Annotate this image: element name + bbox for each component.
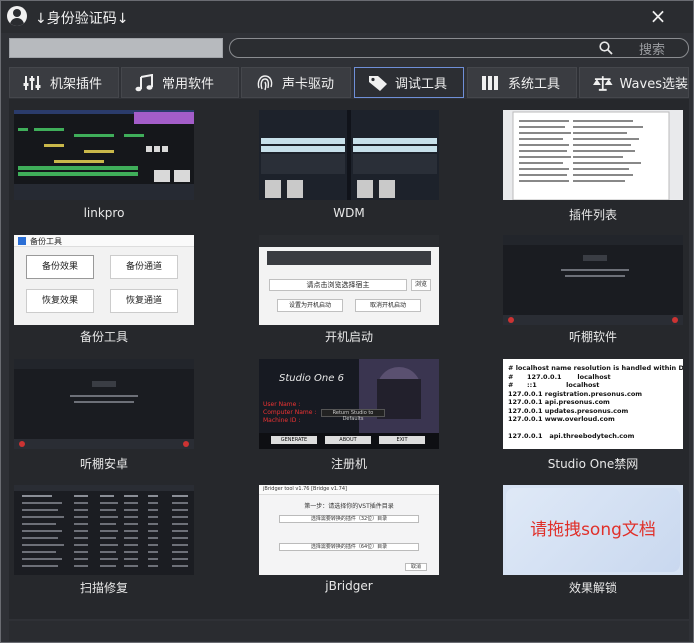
verification-code-field[interactable] — [9, 38, 223, 58]
hosts-file-thumbnail: # localhost name resolution is handled w… — [503, 359, 683, 449]
effect-unlock-thumbnail: 请拖拽song文档 — [503, 485, 683, 575]
status-bar — [9, 621, 689, 641]
tab-soundcard-drivers[interactable]: 声卡驱动 — [241, 67, 351, 98]
tile-label: WDM — [333, 206, 365, 220]
hosts-line: 127.0.0.1 registration.presonus.com — [508, 389, 643, 398]
hosts-line: # 127.0.0.1 localhost — [508, 372, 611, 381]
tab-system-tools[interactable]: 系统工具 — [467, 67, 577, 98]
tile-label: linkpro — [83, 206, 125, 220]
tab-debug-tools[interactable]: 调试工具 — [354, 67, 464, 98]
cancel-startup-button: 取消开机启动 — [355, 299, 421, 312]
tool-grid: linkpro WDM 插件列表 备份工具 备份效果 备份通道 恢复效果 恢复通… — [9, 99, 689, 619]
machine-id-label: Machine ID : — [263, 417, 301, 424]
tile-label: 插件列表 — [568, 208, 617, 222]
tab-label: 声卡驱动 — [282, 77, 335, 92]
hosts-line: # ::1 localhost — [508, 381, 600, 389]
backup-effects-button: 备份效果 — [26, 255, 94, 279]
user-name-label: User Name : — [263, 401, 301, 408]
search-icon[interactable] — [599, 41, 613, 55]
tile-label: 扫描修复 — [79, 581, 128, 595]
category-tabs: 机架插件 常用软件 声卡驱动 调试工具 系统工具 Waves选装 — [9, 67, 689, 98]
tile-label: 听棚软件 — [568, 330, 617, 344]
tile-label: jBridger — [325, 579, 373, 593]
sliders-icon — [23, 75, 41, 90]
machine-field: Return Studio to Defaults — [321, 409, 385, 422]
select-64bit-button: 选择需要转换的插件（64位）目录 — [279, 543, 419, 551]
plugin-list-thumbnail — [503, 110, 683, 200]
monitor-android-thumbnail — [14, 359, 194, 449]
jbridger-cancel-button: 取消 — [405, 563, 427, 571]
tile-label: 效果解锁 — [568, 581, 617, 595]
hosts-line — [508, 424, 678, 433]
exit-button: EXIT — [379, 436, 425, 444]
hosts-line: # localhost name resolution is handled w… — [508, 364, 683, 372]
scan-repair-thumbnail — [14, 485, 194, 575]
restore-effects-button: 恢复效果 — [26, 289, 94, 313]
tile-label: 备份工具 — [79, 330, 128, 344]
title-bar: ↓身份验证码↓ × — [1, 1, 693, 33]
wdm-thumbnail — [259, 110, 439, 200]
main-window: ↓身份验证码↓ × 搜索 机架插件 常用软件 声卡驱动 调试工具 系统工具 Wa… — [0, 0, 694, 643]
tag-icon — [369, 75, 387, 91]
tile-label: 开机启动 — [324, 330, 373, 344]
restore-channels-button: 恢复通道 — [110, 289, 178, 313]
fingerprint-icon — [257, 74, 273, 90]
tile-label: 注册机 — [330, 457, 367, 471]
tile-label: Studio One禁网 — [547, 457, 639, 471]
music-note-icon — [135, 73, 153, 91]
set-startup-button: 设置为开机启动 — [277, 299, 343, 312]
tab-label: 机架插件 — [50, 77, 103, 92]
backup-channels-button: 备份通道 — [110, 255, 178, 279]
backup-tool-thumbnail: 备份工具 备份效果 备份通道 恢复效果 恢复通道 — [14, 235, 194, 325]
jbridger-window-title: jBridger tool v1.76 [Bridge v1.74] — [263, 486, 347, 492]
tab-waves-install[interactable]: Waves选装 — [579, 67, 689, 98]
linkpro-thumbnail — [14, 110, 194, 200]
hosts-line: 127.0.0.1 api.threebodytech.com — [508, 432, 635, 440]
jbridger-thumbnail: jBridger tool v1.76 [Bridge v1.74] 第一步：请… — [259, 485, 439, 575]
keygen-brand: Studio One 6 — [279, 373, 344, 384]
tab-label: Waves选装 — [619, 77, 688, 92]
search-input[interactable] — [229, 38, 689, 58]
search-button[interactable]: 搜索 — [639, 39, 665, 58]
tab-label: 系统工具 — [508, 77, 561, 92]
host-path-field: 请点击浏览选择宿主 — [269, 279, 407, 291]
keygen-thumbnail: Studio One 6 User Name : Computer Name :… — [259, 359, 439, 449]
tab-rack-plugins[interactable]: 机架插件 — [9, 67, 119, 98]
tile-label: 听棚安卓 — [79, 457, 128, 471]
computer-name-label: Computer Name : — [263, 409, 317, 416]
drop-hint-text: 请拖拽song文档 — [530, 520, 656, 540]
user-avatar-icon — [7, 6, 27, 26]
scale-icon — [592, 75, 613, 91]
hosts-line: 127.0.0.1 api.presonus.com — [508, 398, 610, 406]
select-32bit-button: 选择需要转换的插件（32位）目录 — [279, 515, 419, 523]
tab-label: 常用软件 — [162, 77, 215, 92]
window-title: ↓身份验证码↓ — [35, 11, 129, 27]
close-button[interactable]: × — [645, 3, 671, 29]
tab-label: 调试工具 — [395, 77, 448, 92]
generate-button: GENERATE — [271, 436, 317, 444]
tab-common-software[interactable]: 常用软件 — [121, 67, 239, 98]
backup-window-title: 备份工具 — [30, 237, 62, 246]
columns-icon — [482, 75, 498, 90]
jbridger-step-text: 第一步：请选择你的VST插件目录 — [304, 503, 394, 510]
monitor-software-thumbnail — [503, 235, 683, 325]
boot-startup-thumbnail: 请点击浏览选择宿主 浏览 设置为开机启动 取消开机启动 — [259, 235, 439, 325]
about-button: ABOUT — [325, 436, 371, 444]
hosts-line: 127.0.0.1 updates.presonus.com — [508, 406, 629, 415]
hosts-line: 127.0.0.1 www.overloud.com — [508, 415, 615, 423]
browse-button: 浏览 — [411, 279, 431, 291]
